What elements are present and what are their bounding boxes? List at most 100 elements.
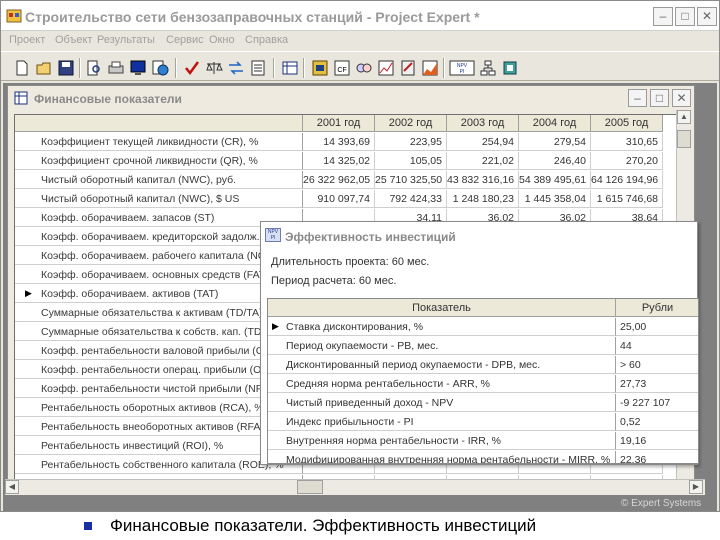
- hierarchy-icon[interactable]: [479, 59, 497, 77]
- preview-icon[interactable]: [85, 59, 103, 77]
- table-cell[interactable]: 279,54: [519, 133, 591, 151]
- menu-service[interactable]: Сервис: [166, 34, 204, 46]
- save-icon[interactable]: [57, 59, 75, 77]
- maximize-button[interactable]: □: [675, 7, 695, 26]
- table-cell[interactable]: 221,02: [447, 152, 519, 170]
- indicator-label[interactable]: Внутренняя норма рентабельности - IRR, %: [268, 432, 616, 450]
- npv-pi-icon[interactable]: NPVPI: [449, 59, 475, 77]
- graph-icon[interactable]: [377, 59, 395, 77]
- menu-help[interactable]: Справка: [245, 34, 288, 46]
- indicator-value[interactable]: 0,52: [616, 413, 698, 431]
- cf-icon[interactable]: CF: [333, 59, 351, 77]
- financial-indicators-titlebar: Финансовые показатели – □ ✕: [8, 86, 694, 110]
- transfer-icon[interactable]: [227, 59, 245, 77]
- close-button[interactable]: ✕: [697, 7, 717, 26]
- column-header[interactable]: 2005 год: [591, 115, 663, 132]
- open-icon[interactable]: [35, 59, 53, 77]
- child-maximize-button[interactable]: □: [650, 89, 669, 107]
- scroll-up-icon[interactable]: ▲: [677, 110, 691, 124]
- table-cell[interactable]: 910 097,74: [303, 190, 375, 208]
- indicator-label[interactable]: Чистый приведенный доход - NPV: [268, 394, 616, 412]
- calculation-period: Период расчета: 60 мес.: [271, 275, 397, 287]
- analysis-icon[interactable]: [355, 59, 373, 77]
- column-header[interactable]: 2003 год: [447, 115, 519, 132]
- check-icon[interactable]: [183, 59, 201, 77]
- new-icon[interactable]: [13, 59, 31, 77]
- project-duration: Длительность проекта: 60 мес.: [271, 256, 430, 268]
- table-cell[interactable]: 310,65: [591, 133, 663, 151]
- slide-caption: Финансовые показатели. Эффективность инв…: [110, 516, 537, 535]
- column-header[interactable]: 2004 год: [519, 115, 591, 132]
- scroll-thumb[interactable]: [677, 130, 691, 148]
- table-cell[interactable]: 25 710 325,50: [375, 171, 447, 189]
- indicator-label[interactable]: Индекс прибыльности - PI: [268, 413, 616, 431]
- table-row-label[interactable]: Коэффициент текущей ликвидности (CR), %: [15, 133, 303, 151]
- indicator-value[interactable]: -9 227 107: [616, 394, 698, 412]
- indicator-label[interactable]: Дисконтированный период окупаемости - DP…: [268, 356, 616, 374]
- table-cell[interactable]: 26 322 962,05: [303, 171, 375, 189]
- indicator-label[interactable]: Средняя норма рентабельности - ARR, %: [268, 375, 616, 393]
- investment-efficiency-window: NPV PI Эффективность инвестиций Длительн…: [260, 221, 699, 465]
- table-cell[interactable]: 254,94: [447, 133, 519, 151]
- table-row-label[interactable]: Коэффициент срочной ликвидности (QR), %: [15, 152, 303, 170]
- tool-icon[interactable]: [501, 59, 519, 77]
- table-cell[interactable]: 14 393,69: [303, 133, 375, 151]
- indicator-label[interactable]: Ставка дисконтирования, %: [268, 318, 616, 336]
- menu-project[interactable]: Проект: [9, 34, 45, 46]
- table-row-label[interactable]: Чистый оборотный капитал (NWC), $ US: [15, 190, 303, 208]
- table-cell[interactable]: 14 325,02: [303, 152, 375, 170]
- chart-a-icon[interactable]: [311, 59, 329, 77]
- table-icon[interactable]: [281, 59, 299, 77]
- globe-icon[interactable]: [151, 59, 169, 77]
- indicator-label[interactable]: Модифицированная внутренняя норма рентаб…: [268, 451, 616, 463]
- financial-indicators-title: Финансовые показатели: [34, 92, 182, 106]
- monitor-icon[interactable]: [129, 59, 147, 77]
- table-cell[interactable]: 246,40: [519, 152, 591, 170]
- indicator-label[interactable]: Период окупаемости - PB, мес.: [268, 337, 616, 355]
- area-chart-icon[interactable]: [421, 59, 439, 77]
- table-cell[interactable]: 1 615 746,68: [591, 190, 663, 208]
- scales-icon[interactable]: [205, 59, 223, 77]
- toolbar: CF NPV PI: [1, 51, 719, 81]
- scroll-left-icon[interactable]: ◀: [5, 480, 19, 494]
- child-minimize-button[interactable]: –: [628, 89, 647, 107]
- table-cell[interactable]: 270,20: [591, 152, 663, 170]
- table-cell[interactable]: 54 389 495,61: [519, 171, 591, 189]
- indicator-value[interactable]: 22,36: [616, 451, 698, 463]
- table-cell[interactable]: 105,05: [375, 152, 447, 170]
- menu-object[interactable]: Объект: [55, 34, 92, 46]
- table-cell[interactable]: 1 445 358,04: [519, 190, 591, 208]
- table-cell[interactable]: 1 248 180,23: [447, 190, 519, 208]
- indicator-value[interactable]: > 60: [616, 356, 698, 374]
- row-selector-icon: ▶: [272, 321, 279, 331]
- title-bar: Строительство сети бензозаправочных стан…: [1, 1, 719, 31]
- column-header[interactable]: 2001 год: [303, 115, 375, 132]
- menu-window[interactable]: Окно: [209, 34, 235, 46]
- table-cell[interactable]: 223,95: [375, 133, 447, 151]
- print-icon[interactable]: [107, 59, 125, 77]
- column-header-value[interactable]: Рубли: [616, 299, 698, 317]
- table-icon: [14, 91, 28, 105]
- child-close-button[interactable]: ✕: [672, 89, 691, 107]
- indicator-value[interactable]: 25,00: [616, 318, 698, 336]
- horizontal-scrollbar[interactable]: ◀ ▶: [5, 479, 705, 495]
- scroll-h-thumb[interactable]: [297, 480, 323, 494]
- header-corner: [15, 115, 303, 132]
- table-row-label[interactable]: Чистый оборотный капитал (NWC), руб.: [15, 171, 303, 189]
- table-cell[interactable]: 792 424,33: [375, 190, 447, 208]
- svg-text:CF: CF: [337, 67, 346, 74]
- report-icon[interactable]: [399, 59, 417, 77]
- indicator-value[interactable]: 19,16: [616, 432, 698, 450]
- list-icon[interactable]: [249, 59, 267, 77]
- column-header[interactable]: 2002 год: [375, 115, 447, 132]
- indicator-value[interactable]: 27,73: [616, 375, 698, 393]
- indicator-value[interactable]: 44: [616, 337, 698, 355]
- table-cell[interactable]: 43 832 316,16: [447, 171, 519, 189]
- app-icon: [6, 9, 22, 23]
- column-header-indicator[interactable]: Показатель: [268, 299, 616, 317]
- scroll-right-icon[interactable]: ▶: [689, 480, 703, 494]
- menu-results[interactable]: Результаты: [97, 34, 155, 46]
- investment-efficiency-table[interactable]: Показатель Рубли Ставка дисконтирования,…: [267, 298, 699, 464]
- minimize-button[interactable]: –: [653, 7, 673, 26]
- table-cell[interactable]: 64 126 194,96: [591, 171, 663, 189]
